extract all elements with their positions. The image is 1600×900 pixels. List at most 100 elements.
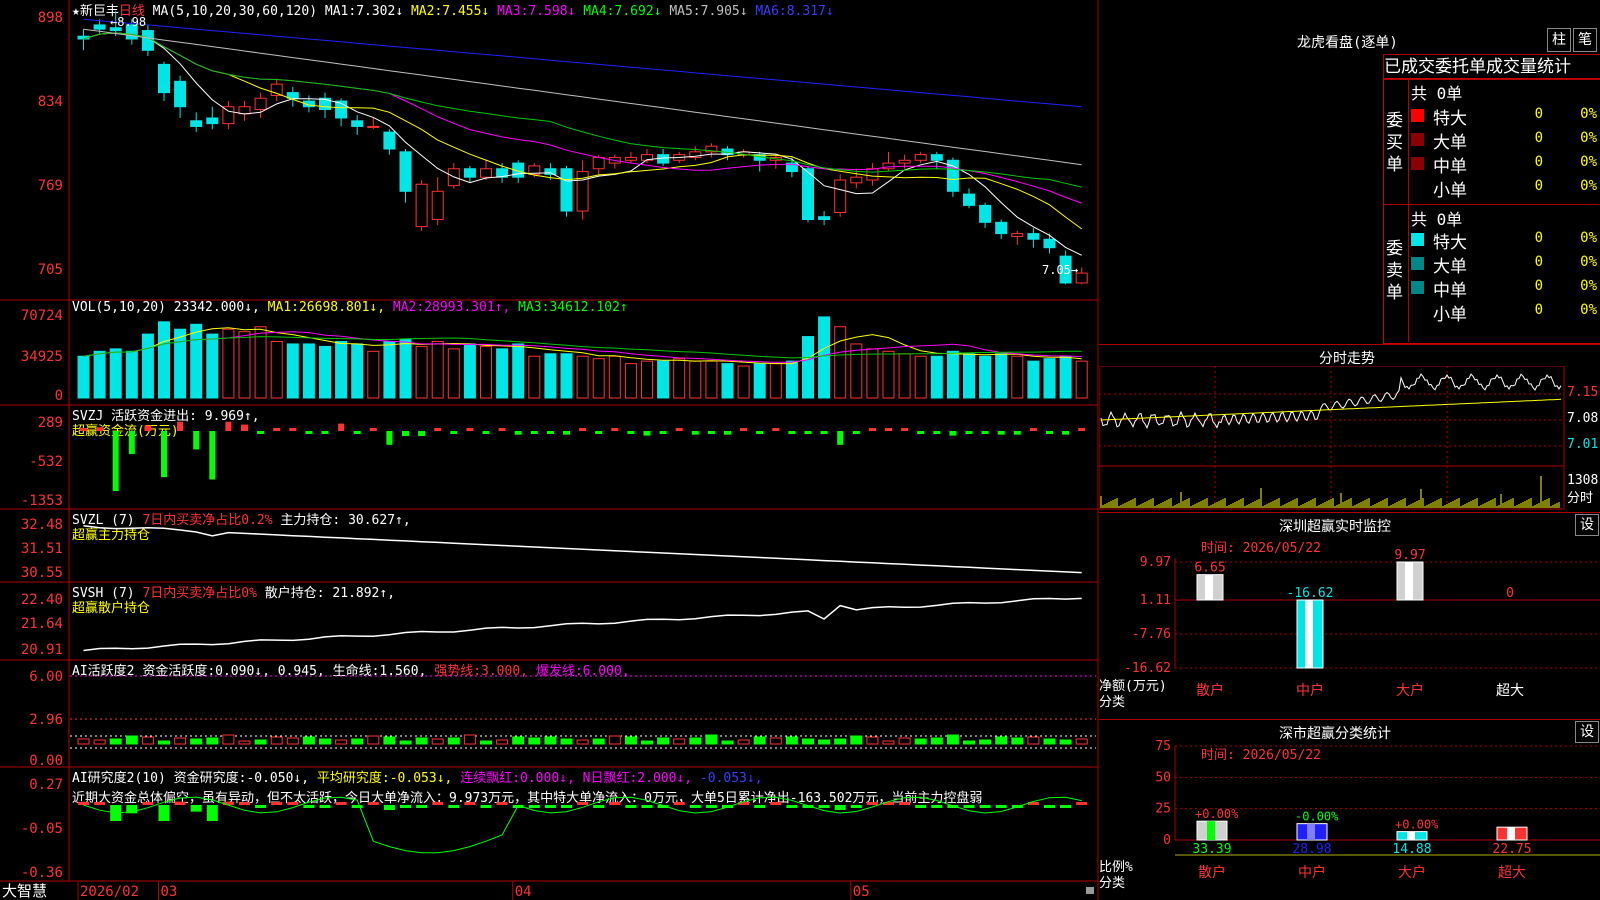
activity-bar[interactable] — [785, 736, 798, 745]
research-bar[interactable] — [593, 805, 605, 808]
flow-bar[interactable] — [193, 431, 200, 450]
research-bar[interactable] — [963, 805, 975, 808]
activity-bar[interactable] — [125, 735, 138, 745]
svzl-pane[interactable]: SVZL (7) 7日内买卖净占比0.2% 主力持仓: 30.627↑, 超赢主… — [0, 509, 1098, 582]
candle-body[interactable] — [834, 179, 847, 213]
flow-bar[interactable] — [1013, 431, 1021, 435]
volume-bar[interactable] — [560, 353, 573, 399]
activity-bar[interactable] — [737, 739, 750, 745]
research-bar[interactable] — [190, 805, 202, 812]
volume-bar[interactable] — [109, 348, 122, 399]
volume-bar[interactable] — [818, 316, 831, 399]
activity-bar[interactable] — [77, 738, 90, 745]
research-bar[interactable] — [271, 802, 283, 805]
candle-body[interactable] — [222, 106, 235, 125]
volume-bar[interactable] — [77, 355, 90, 399]
activity-bar[interactable] — [882, 740, 895, 745]
svzj-pane[interactable]: SVZJ 活跃资金进出: 9.969↑, 超赢资金流(万元) 289 -532 … — [0, 405, 1098, 509]
activity-bar[interactable] — [447, 737, 460, 745]
volume-bar[interactable] — [528, 355, 541, 399]
activity-bar[interactable] — [641, 740, 653, 745]
flow-bar[interactable] — [852, 431, 860, 434]
activity-bar[interactable] — [946, 734, 959, 745]
research-bar[interactable] — [1076, 802, 1088, 805]
longhu-panel[interactable]: 龙虎看盘(逐单) 柱 笔 已成交委托单成交量统计 委买单 委卖单 共 0单 共 … — [1099, 0, 1600, 344]
activity-bar[interactable] — [190, 738, 203, 745]
activity-bar[interactable] — [769, 737, 782, 745]
volume-bar[interactable] — [866, 348, 879, 399]
research-bar[interactable] — [287, 802, 299, 805]
research-bar[interactable] — [1060, 805, 1072, 808]
candle-body[interactable] — [254, 97, 267, 111]
flow-bar[interactable] — [1029, 428, 1037, 431]
bar-mode-button[interactable]: 柱 — [1547, 28, 1571, 52]
candle-body[interactable] — [1011, 233, 1024, 237]
volume-bar[interactable] — [834, 326, 847, 399]
flow-bar[interactable] — [144, 425, 152, 431]
research-bar[interactable] — [577, 802, 589, 805]
activity-bar[interactable] — [576, 739, 589, 745]
activity-bar[interactable] — [608, 735, 621, 745]
volume-bar[interactable] — [512, 343, 525, 399]
volume-bar[interactable] — [351, 343, 364, 399]
candle-body[interactable] — [995, 221, 1008, 235]
flow-bar[interactable] — [885, 428, 892, 431]
research-bar[interactable] — [866, 802, 878, 805]
volume-bar[interactable] — [946, 350, 959, 399]
activity-bar[interactable] — [351, 738, 364, 745]
candle-body[interactable] — [190, 120, 203, 127]
candle-body[interactable] — [367, 125, 380, 128]
activity-bar[interactable] — [302, 736, 315, 745]
volume-bar[interactable] — [174, 328, 187, 399]
flow-bar[interactable] — [981, 431, 989, 434]
research-bar[interactable] — [174, 801, 186, 805]
volume-bar[interactable] — [222, 328, 235, 399]
candle-body[interactable] — [979, 204, 992, 223]
activity-bar[interactable] — [383, 736, 396, 745]
activity-bar[interactable] — [415, 737, 428, 745]
flow-bar[interactable] — [788, 431, 796, 434]
flow-bar[interactable] — [627, 431, 635, 434]
flow-bar[interactable] — [369, 428, 377, 431]
research-bar[interactable] — [464, 802, 476, 805]
research-bar[interactable] — [78, 802, 89, 805]
activity-bar[interactable] — [270, 736, 283, 745]
activity-bar[interactable] — [93, 739, 106, 745]
volume-bar[interactable] — [415, 345, 428, 399]
volume-bar[interactable] — [963, 353, 975, 399]
volume-bar[interactable] — [431, 340, 444, 399]
volume-bar[interactable] — [641, 360, 653, 399]
candle-body[interactable] — [383, 131, 396, 150]
flow-bar[interactable] — [1062, 431, 1070, 435]
research-bar[interactable] — [689, 805, 701, 808]
candle-body[interactable] — [544, 168, 557, 175]
activity-bar[interactable] — [1011, 737, 1024, 745]
research-bar[interactable] — [705, 805, 717, 808]
volume-bar[interactable] — [689, 360, 702, 399]
volume-bar[interactable] — [850, 343, 863, 399]
longhu-tabs[interactable]: 已成交委托单成交量统计 — [1383, 54, 1600, 80]
volume-bar[interactable] — [190, 323, 203, 399]
research-bar[interactable] — [528, 805, 540, 808]
volume-bar[interactable] — [447, 348, 460, 399]
candle-body[interactable] — [415, 183, 428, 228]
research-bar[interactable] — [94, 802, 106, 805]
flow-bar[interactable] — [965, 431, 973, 434]
ai-research-chart[interactable]: 0.27 -0.05 -0.36 — [0, 767, 1098, 881]
flow-bar[interactable] — [563, 431, 570, 435]
activity-bar[interactable] — [963, 740, 975, 745]
research-bar[interactable] — [754, 805, 766, 808]
activity-bar[interactable] — [1043, 738, 1056, 745]
activity-bar[interactable] — [1075, 738, 1088, 745]
research-bar[interactable] — [480, 805, 492, 808]
volume-bar[interactable] — [576, 355, 589, 399]
fund-flow-chart[interactable]: 289 -532 -1353 — [0, 405, 1098, 509]
volume-bar[interactable] — [608, 355, 621, 399]
tick-mode-button[interactable]: 笔 — [1573, 28, 1597, 52]
volume-bar[interactable] — [302, 343, 315, 399]
activity-bar[interactable] — [753, 736, 766, 745]
activity-bar[interactable] — [673, 738, 686, 745]
candle-body[interactable] — [206, 117, 219, 125]
kline-pane[interactable]: ★新巨丰日线 MA(5,10,20,30,60,120) MA1:7.302↓ … — [0, 0, 1098, 300]
ai-activity-chart[interactable]: 6.00 2.96 0.00 — [0, 660, 1098, 767]
